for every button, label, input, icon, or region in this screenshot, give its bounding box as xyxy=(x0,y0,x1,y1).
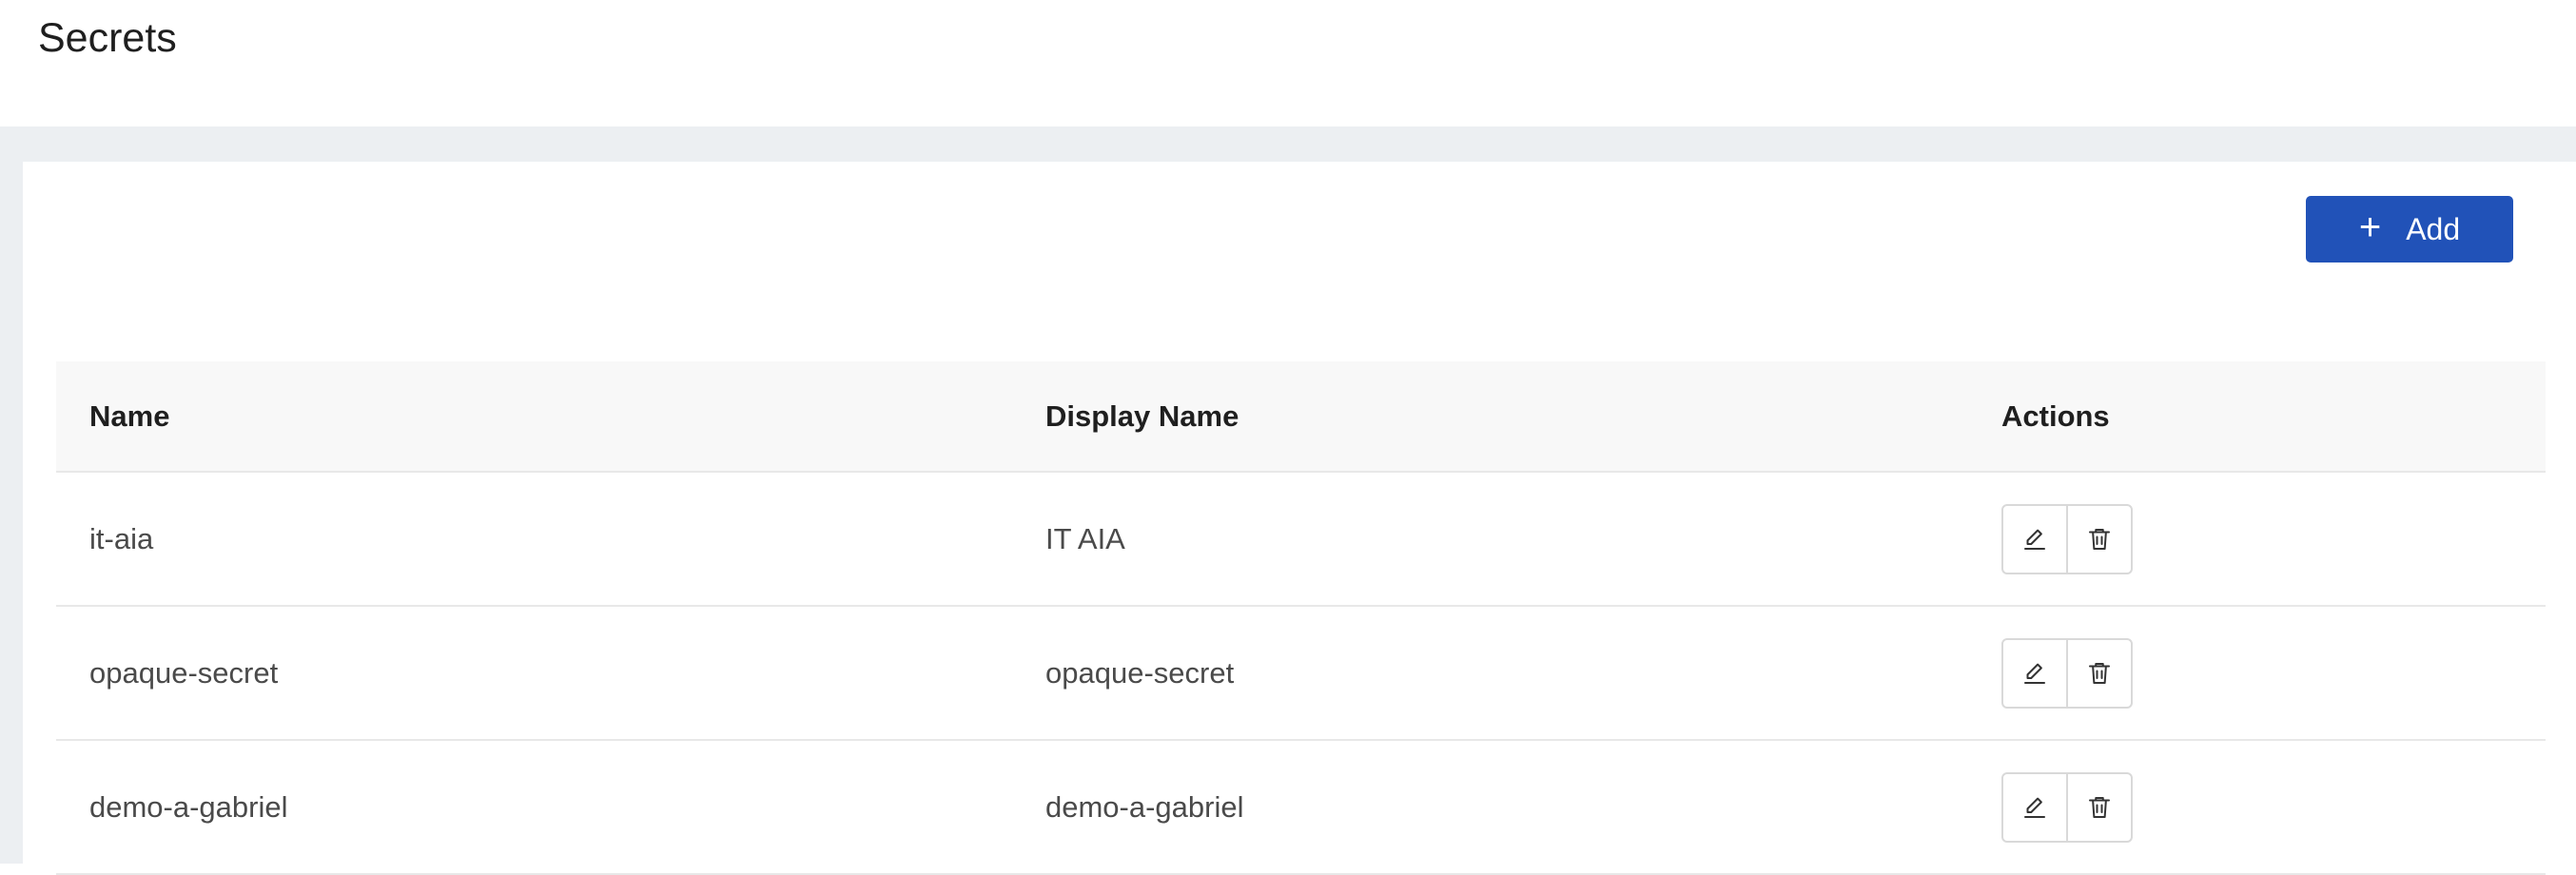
edit-button[interactable] xyxy=(2003,774,2066,841)
edit-icon xyxy=(2024,529,2045,550)
column-header-name: Name xyxy=(89,399,170,433)
delete-button[interactable] xyxy=(2066,773,2131,841)
action-button-group xyxy=(2001,503,2133,574)
table-row: opaque-secret opaque-secret xyxy=(56,607,2546,741)
secret-name: it-aia xyxy=(89,521,154,555)
edit-button[interactable] xyxy=(2003,506,2066,573)
edit-icon xyxy=(2024,663,2045,684)
content-area: + Add Name Display Name Actions it-aia I… xyxy=(0,126,2576,875)
table-row: it-aia IT AIA xyxy=(56,473,2546,607)
delete-icon xyxy=(2089,528,2110,550)
secret-name: demo-a-gabriel xyxy=(89,789,288,824)
plus-icon: + xyxy=(2358,206,2382,248)
column-header-display-name: Display Name xyxy=(1045,399,1239,433)
row-actions xyxy=(2001,607,2133,739)
page-header: Secrets xyxy=(0,0,2576,126)
row-actions xyxy=(2001,741,2133,873)
delete-icon xyxy=(2089,796,2110,818)
add-button[interactable]: + Add xyxy=(2306,196,2513,262)
secret-name: opaque-secret xyxy=(89,655,279,690)
delete-button[interactable] xyxy=(2066,639,2131,707)
action-button-group xyxy=(2001,637,2133,709)
row-actions xyxy=(2001,473,2133,605)
secret-display-name: opaque-secret xyxy=(1045,655,1235,690)
secret-display-name: IT AIA xyxy=(1045,521,1125,555)
edit-icon xyxy=(2024,797,2045,818)
action-button-group xyxy=(2001,771,2133,843)
table-header: Name Display Name Actions xyxy=(56,361,2546,473)
delete-icon xyxy=(2089,662,2110,684)
secrets-card: + Add Name Display Name Actions it-aia I… xyxy=(23,162,2576,875)
table-row: demo-a-gabriel demo-a-gabriel xyxy=(56,741,2546,875)
secret-display-name: demo-a-gabriel xyxy=(1045,789,1244,824)
edit-button[interactable] xyxy=(2003,640,2066,707)
page-title: Secrets xyxy=(38,15,177,61)
column-header-actions: Actions xyxy=(2001,399,2110,433)
add-button-label: Add xyxy=(2406,211,2461,246)
delete-button[interactable] xyxy=(2066,505,2131,573)
secrets-table: Name Display Name Actions it-aia IT AIA xyxy=(56,361,2546,875)
